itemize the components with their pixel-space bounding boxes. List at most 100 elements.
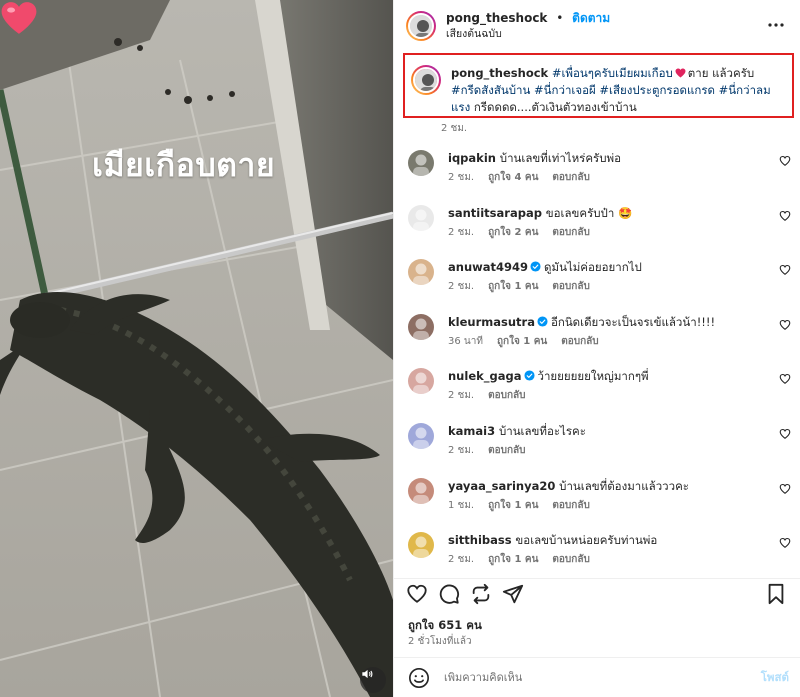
commenter-username[interactable]: iqpakin xyxy=(448,151,496,165)
heart-emoji-icon xyxy=(675,68,686,78)
comment-body: iqpakin บ้านเลขที่เท่าไหร่ครับพ่อ 2 ชม. ถู… xyxy=(448,150,768,197)
reply-button[interactable]: ตอบกลับ xyxy=(552,281,589,292)
reply-button[interactable]: ตอบกลับ xyxy=(552,227,589,238)
comment-timestamp[interactable]: 1 ชม. xyxy=(448,500,474,511)
caption-username[interactable]: pong_theshock xyxy=(451,66,548,80)
like-button[interactable] xyxy=(406,583,430,607)
comment-like-icon[interactable] xyxy=(779,428,791,440)
share-button[interactable] xyxy=(502,583,526,607)
comment-row: kleurmasutra อีกนิดเดียวจะเป็นจรเข้แล้วน้… xyxy=(394,306,800,361)
comment-body: nulek_gaga ว้ายยยยยยใหญ่มากๆพี่ 2 ชม. ตอบกล… xyxy=(448,368,768,415)
avatar-image xyxy=(413,482,429,504)
speaker-icon xyxy=(362,669,373,679)
commenter-avatar[interactable] xyxy=(408,532,434,559)
comment-row: iqpakin บ้านเลขที่เท่าไหร่ครับพ่อ 2 ชม. ถู… xyxy=(394,142,800,197)
commenter-avatar[interactable] xyxy=(408,368,434,395)
commenter-username[interactable]: yayaa_sarinya20 xyxy=(448,479,555,493)
post-timestamp: 2 ชั่วโมงที่แล้ว xyxy=(408,636,472,647)
commenter-avatar[interactable] xyxy=(408,313,434,340)
author-username[interactable]: pong_theshock xyxy=(446,11,547,25)
comment-like-count[interactable]: ถูกใจ 1 คน xyxy=(488,500,538,511)
save-button[interactable] xyxy=(766,583,790,607)
commenter-avatar[interactable] xyxy=(408,259,434,286)
comment-body: kleurmasutra อีกนิดเดียวจะเป็นจรเข้แล้วน้… xyxy=(448,314,768,361)
comment-like-icon[interactable] xyxy=(779,264,791,276)
comment-row: yayaa_sarinya20 บ้านเลขที่ต้องมาแล้วววคะ… xyxy=(394,470,800,525)
comment-text: บ้านเลขที่เท่าไหร่ครับพ่อ xyxy=(499,151,621,165)
comment-like-icon[interactable] xyxy=(779,373,791,385)
comment-like-count[interactable]: ถูกใจ 4 คน xyxy=(488,172,538,183)
repost-button[interactable] xyxy=(470,583,494,607)
comment-timestamp[interactable]: 2 ชม. xyxy=(448,445,474,456)
comment-like-count[interactable]: ถูกใจ 1 คน xyxy=(497,336,547,347)
comment-like-icon[interactable] xyxy=(779,319,791,331)
post-sidebar: pong_theshock • ติดตาม เสียงต้นฉบับ pong… xyxy=(393,0,800,697)
heart-emoji-icon xyxy=(1,2,37,34)
hashtag-link[interactable]: #นี่กว่าเจอผี xyxy=(534,83,596,97)
reply-button[interactable]: ตอบกลับ xyxy=(552,554,589,565)
verified-badge-icon xyxy=(523,370,535,381)
author-avatar xyxy=(408,13,434,39)
author-avatar-ring[interactable] xyxy=(406,11,436,41)
comment-timestamp[interactable]: 2 ชม. xyxy=(448,281,474,292)
comment-like-count[interactable]: ถูกใจ 2 คน xyxy=(488,227,538,238)
commenter-username[interactable]: kamai3 xyxy=(448,424,495,438)
comment-like-count[interactable]: ถูกใจ 1 คน xyxy=(488,554,538,565)
comment-timestamp[interactable]: 2 ชม. xyxy=(448,390,474,401)
comment-timestamp[interactable]: 2 ชม. xyxy=(448,227,474,238)
reply-button[interactable]: ตอบกลับ xyxy=(488,390,525,401)
commenter-avatar[interactable] xyxy=(408,150,434,176)
comment-like-icon[interactable] xyxy=(779,537,791,549)
comment-text: บ้านเลขที่ต้องมาแล้วววคะ xyxy=(559,478,689,493)
comment-like-icon[interactable] xyxy=(779,210,791,222)
comment-text: อีกนิดเดียวจะเป็นจรเข้แล้วน้า!!!! xyxy=(550,314,716,329)
caption-text-part: ตาย แล้วครับ xyxy=(687,66,755,80)
comment-like-icon[interactable] xyxy=(779,155,791,167)
comment-row: anuwat4949 ดูมันไม่ค่อยอยากไป 2 ชม. ถูกใจ 1… xyxy=(394,251,800,306)
avatar-image xyxy=(413,427,429,449)
commenter-avatar[interactable] xyxy=(408,477,434,504)
hashtag-link[interactable]: #กรีดสังสันบ้าน xyxy=(451,83,530,97)
video-caption-overlay: เมียเกือบตาย xyxy=(92,146,276,184)
commenter-username[interactable]: sitthibass xyxy=(448,533,512,547)
post-caption: pong_theshock #เพื่อนๆครับเมียผมเกือบ ตาย… xyxy=(403,53,794,118)
comment-button[interactable] xyxy=(438,583,462,607)
comment-input[interactable] xyxy=(444,671,754,684)
hashtag-link[interactable]: #เพื่อนๆครับเมียผมเกือบ xyxy=(552,66,673,80)
comment-timestamp[interactable]: 2 ชม. xyxy=(448,172,474,183)
send-icon xyxy=(502,584,524,604)
comment-timestamp[interactable]: 36 นาที xyxy=(448,336,483,347)
follow-button[interactable]: ติดตาม xyxy=(572,11,610,25)
comment-like-count[interactable]: ถูกใจ 1 คน xyxy=(488,281,538,292)
comment-body: anuwat4949 ดูมันไม่ค่อยอยากไป 2 ชม. ถูกใจ 1… xyxy=(448,259,768,306)
mute-toggle-button[interactable] xyxy=(360,667,386,693)
caption-text: pong_theshock #เพื่อนๆครับเมียผมเกือบ ตาย… xyxy=(451,65,773,116)
verified-badge-icon xyxy=(537,316,548,327)
commenter-avatar[interactable] xyxy=(408,422,434,449)
commenter-username[interactable]: santiitsarapap xyxy=(448,206,542,220)
commenter-username[interactable]: nulek_gaga xyxy=(448,369,522,383)
more-options-button[interactable] xyxy=(765,14,787,36)
reply-button[interactable]: ตอบกลับ xyxy=(561,336,598,347)
comment-like-icon[interactable] xyxy=(779,483,791,495)
caption-text-part: กรีดดดด....ตัวเงินตัวทองเข้าบ้าน xyxy=(473,100,637,114)
comment-timestamp[interactable]: 2 ชม. xyxy=(448,554,474,565)
emoji-picker-button[interactable] xyxy=(408,667,430,689)
comment-row: kamai3 บ้านเลขที่อะไรคะ 2 ชม. ตอบกลับ xyxy=(394,415,800,470)
commenter-username[interactable]: kleurmasutra xyxy=(448,315,535,329)
avatar-image xyxy=(413,372,429,395)
reply-button[interactable]: ตอบกลับ xyxy=(552,500,589,511)
hashtag-link[interactable]: #เสียงประตูกรอดแกรด xyxy=(599,83,715,97)
reply-button[interactable]: ตอบกลับ xyxy=(552,172,589,183)
reply-button[interactable]: ตอบกลับ xyxy=(488,445,525,456)
comment-text: ดูมันไม่ค่อยอยากไป xyxy=(544,260,642,275)
commenter-avatar[interactable] xyxy=(408,204,434,231)
like-count[interactable]: ถูกใจ 651 คน xyxy=(408,617,482,635)
original-audio-link[interactable]: เสียงต้นฉบับ xyxy=(446,26,610,42)
caption-avatar-ring[interactable] xyxy=(411,65,441,95)
post-media[interactable]: เมียเกือบตาย xyxy=(0,0,393,697)
comment-body: santiitsarapap ขอเลขครับป๋า 🤩 2 ชม. ถูกใจ … xyxy=(448,205,768,252)
video-frame xyxy=(0,0,393,697)
commenter-username[interactable]: anuwat4949 xyxy=(448,260,528,274)
post-comment-button[interactable]: โพสต์ xyxy=(761,669,789,687)
